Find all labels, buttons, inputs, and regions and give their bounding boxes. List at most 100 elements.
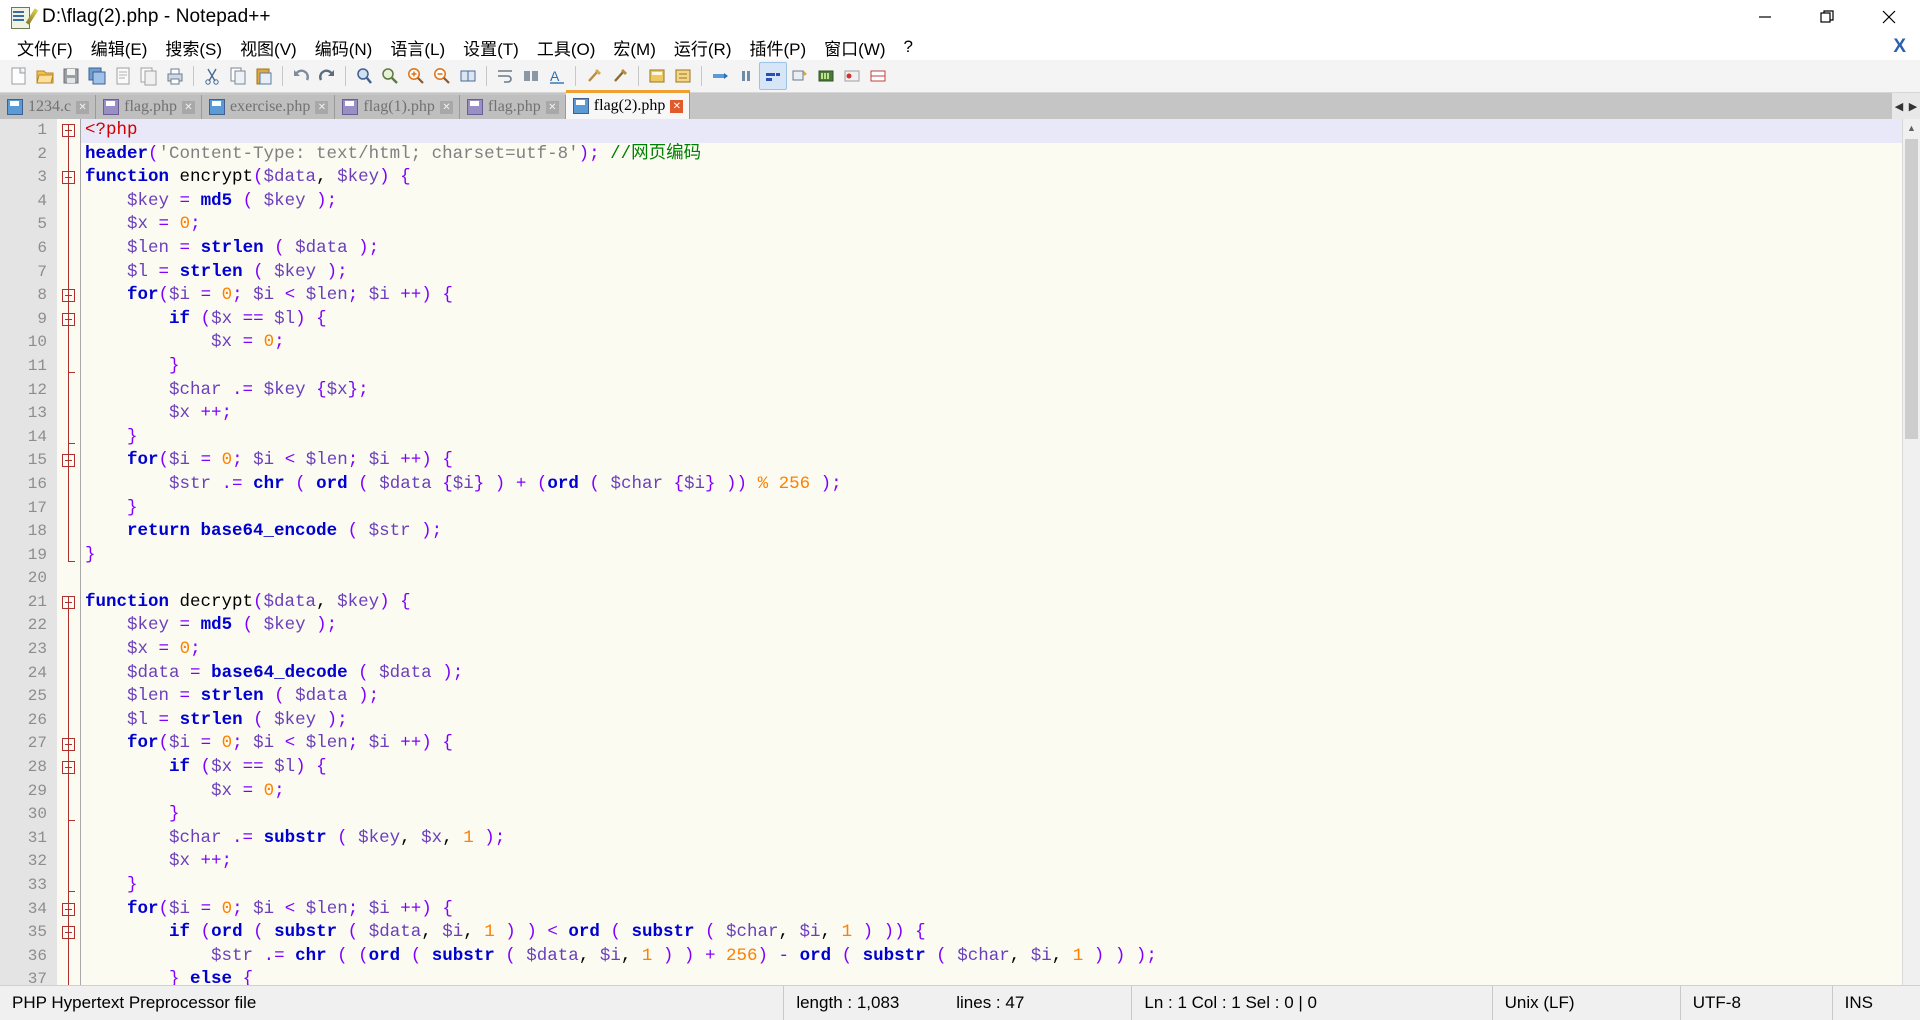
code-line[interactable]: $x ++; [81, 402, 1902, 426]
redo-icon[interactable] [314, 63, 340, 89]
close-file-icon[interactable] [110, 63, 136, 89]
word-wrap-icon[interactable] [492, 63, 518, 89]
menu-search[interactable]: 搜索(S) [156, 33, 231, 62]
function-list-icon[interactable] [670, 63, 696, 89]
code-line[interactable]: function encrypt($data, $key) { [81, 166, 1902, 190]
find-icon[interactable] [351, 63, 377, 89]
code-line[interactable]: $x = 0; [81, 213, 1902, 237]
tab-flag-2-php[interactable]: flag(2).php ✕ [565, 90, 691, 119]
code-line[interactable]: for($i = 0; $i < $len; $i ++) { [81, 898, 1902, 922]
code-line[interactable] [81, 567, 1902, 591]
code-line[interactable]: $data = base64_decode ( $data ); [81, 662, 1902, 686]
print-icon[interactable] [162, 63, 188, 89]
menu-language[interactable]: 语言(L) [381, 33, 454, 62]
stop-macro-icon[interactable] [733, 63, 759, 89]
menu-plugins[interactable]: 插件(P) [740, 33, 815, 62]
code-line[interactable]: $x = 0; [81, 780, 1902, 804]
close-all-icon[interactable] [136, 63, 162, 89]
play-macro-icon[interactable] [759, 62, 787, 90]
code-line[interactable]: return base64_encode ( $str ); [81, 520, 1902, 544]
menu-view[interactable]: 视图(V) [231, 33, 306, 62]
scroll-up-icon[interactable]: ▲ [1903, 119, 1920, 136]
paste-icon[interactable] [251, 63, 277, 89]
code-line[interactable]: } [81, 874, 1902, 898]
undo-icon[interactable] [288, 63, 314, 89]
code-line[interactable]: $x ++; [81, 850, 1902, 874]
tab-flag-php-1[interactable]: flag.php ✕ [96, 95, 202, 119]
tab-close-icon[interactable]: ✕ [670, 99, 684, 113]
code-line[interactable]: function decrypt($data, $key) { [81, 591, 1902, 615]
code-line[interactable]: $len = strlen ( $data ); [81, 685, 1902, 709]
indent-guide-icon[interactable]: A [544, 63, 570, 89]
code-line[interactable]: $char .= $key {$x}; [81, 379, 1902, 403]
replace-icon[interactable] [377, 63, 403, 89]
copy-icon[interactable] [225, 63, 251, 89]
tab-flag-1-php[interactable]: flag(1).php ✕ [335, 95, 460, 119]
code-line[interactable]: } [81, 544, 1902, 568]
code-line[interactable]: $str .= chr ( (ord ( substr ( $data, $i,… [81, 945, 1902, 969]
run-macro-dialog-icon[interactable] [839, 63, 865, 89]
code-line[interactable]: } [81, 803, 1902, 827]
code-line[interactable]: $x = 0; [81, 638, 1902, 662]
maximize-button[interactable] [1796, 0, 1858, 34]
tab-close-icon[interactable]: ✕ [76, 100, 90, 114]
tab-close-icon[interactable]: ✕ [315, 100, 329, 114]
record-macro-icon[interactable] [707, 63, 733, 89]
tab-scroll-buttons[interactable]: ◀ ▶ [1892, 93, 1920, 119]
menu-help[interactable]: ? [895, 35, 922, 59]
tab-close-icon[interactable]: ✕ [439, 100, 453, 114]
document-map-icon[interactable] [644, 63, 670, 89]
tab-1234-c[interactable]: 1234.c ✕ [0, 95, 97, 119]
zoom-out-icon[interactable] [429, 63, 455, 89]
code-line[interactable]: } [81, 497, 1902, 521]
new-file-icon[interactable] [6, 63, 32, 89]
fast-play-macro-icon[interactable] [787, 63, 813, 89]
vertical-scrollbar[interactable]: ▲ [1902, 119, 1920, 985]
close-document-button[interactable]: X [1893, 36, 1906, 58]
menu-file[interactable]: 文件(F) [8, 33, 82, 62]
save-icon[interactable] [58, 63, 84, 89]
tab-close-icon[interactable]: ✕ [545, 100, 559, 114]
scrollbar-thumb[interactable] [1905, 139, 1918, 439]
tab-exercise-php[interactable]: exercise.php ✕ [201, 95, 336, 119]
code-line[interactable]: <?php [81, 119, 1902, 143]
user-define-dialog-icon[interactable] [607, 63, 633, 89]
code-line[interactable]: $x = 0; [81, 331, 1902, 355]
code-text-area[interactable]: <?php header('Content-Type: text/html; ch… [81, 119, 1902, 985]
save-all-icon[interactable] [84, 63, 110, 89]
menu-settings[interactable]: 设置(T) [454, 33, 528, 62]
code-line[interactable]: for($i = 0; $i < $len; $i ++) { [81, 732, 1902, 756]
show-all-chars-icon[interactable] [518, 63, 544, 89]
code-line[interactable]: if (ord ( substr ( $data, $i, 1 ) ) < or… [81, 921, 1902, 945]
code-line[interactable]: $str .= chr ( ord ( $data {$i} ) + (ord … [81, 473, 1902, 497]
code-line[interactable]: for($i = 0; $i < $len; $i ++) { [81, 449, 1902, 473]
code-line[interactable]: $l = strlen ( $key ); [81, 709, 1902, 733]
code-line[interactable]: } [81, 355, 1902, 379]
ui-layout-icon[interactable] [581, 63, 607, 89]
sync-vertical-icon[interactable] [455, 63, 481, 89]
code-line[interactable]: $len = strlen ( $data ); [81, 237, 1902, 261]
code-line[interactable]: $l = strlen ( $key ); [81, 261, 1902, 285]
fold-margin[interactable] [57, 119, 81, 985]
code-line[interactable]: $key = md5 ( $key ); [81, 190, 1902, 214]
menu-macro[interactable]: 宏(M) [604, 33, 664, 62]
run-icon[interactable] [865, 63, 891, 89]
tab-scroll-left-icon[interactable]: ◀ [1892, 100, 1906, 113]
menu-run[interactable]: 运行(R) [665, 33, 741, 62]
code-line[interactable]: $char .= substr ( $key, $x, 1 ); [81, 827, 1902, 851]
code-line[interactable]: header('Content-Type: text/html; charset… [81, 143, 1902, 167]
tab-scroll-right-icon[interactable]: ▶ [1906, 100, 1920, 113]
code-line[interactable]: $key = md5 ( $key ); [81, 614, 1902, 638]
code-line[interactable]: for($i = 0; $i < $len; $i ++) { [81, 284, 1902, 308]
open-file-icon[interactable] [32, 63, 58, 89]
zoom-in-icon[interactable] [403, 63, 429, 89]
menu-edit[interactable]: 编辑(E) [82, 33, 157, 62]
save-macro-icon[interactable] [813, 63, 839, 89]
menu-encoding[interactable]: 编码(N) [306, 33, 382, 62]
menu-tools[interactable]: 工具(O) [528, 33, 605, 62]
code-line[interactable]: } else { [81, 968, 1902, 985]
code-line[interactable]: if ($x == $l) { [81, 756, 1902, 780]
code-line[interactable]: if ($x == $l) { [81, 308, 1902, 332]
tab-close-icon[interactable]: ✕ [181, 100, 195, 114]
menu-window[interactable]: 窗口(W) [815, 33, 894, 62]
